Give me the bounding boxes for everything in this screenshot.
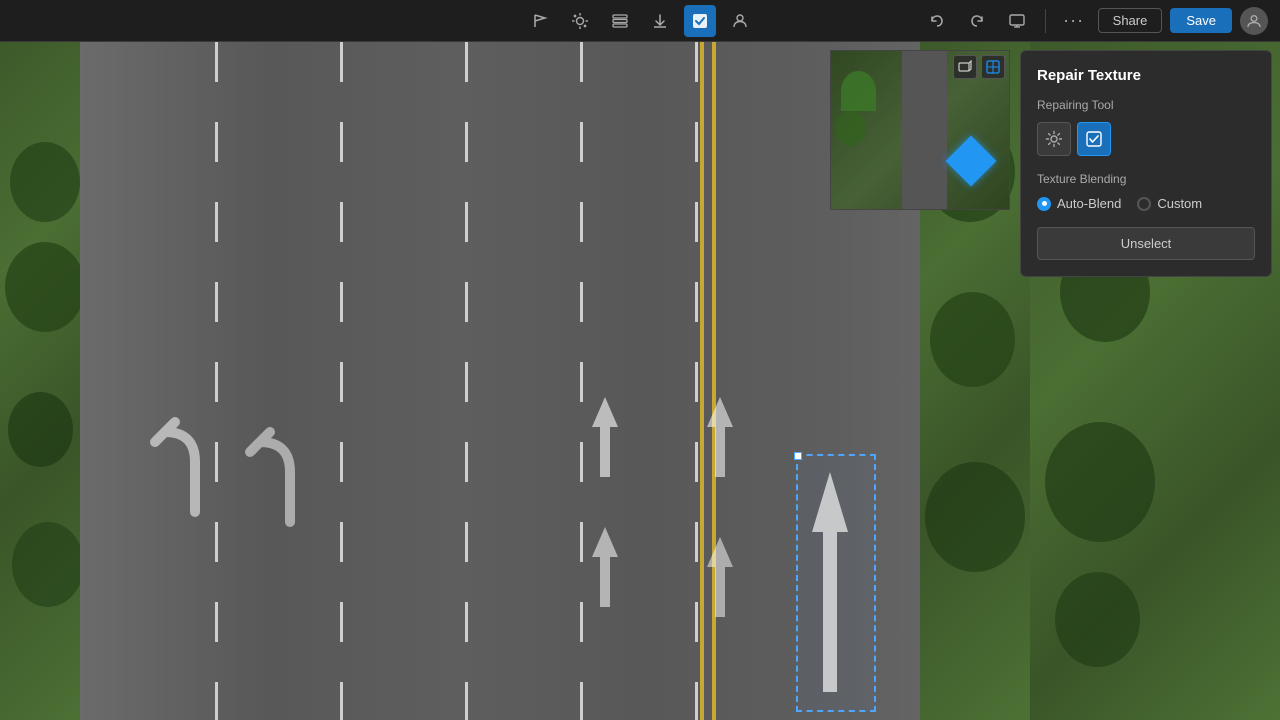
road-arrow-selected <box>800 462 860 702</box>
texture-blending-label: Texture Blending <box>1037 172 1255 186</box>
right-panel: Repair Texture Repairing Tool Texture Bl… <box>1020 50 1272 277</box>
road-arrow-1 <box>580 392 630 482</box>
main-content: Repair Texture Repairing Tool Texture Bl… <box>0 42 1280 720</box>
road-arrow-2 <box>580 522 630 612</box>
more-btn[interactable]: ··· <box>1058 5 1090 37</box>
redo-btn[interactable] <box>961 5 993 37</box>
auto-blend-label: Auto-Blend <box>1057 196 1121 211</box>
more-icon: ··· <box>1063 10 1084 31</box>
road-arrow-left-1 <box>145 412 225 522</box>
panel-title: Repair Texture <box>1037 67 1255 84</box>
minimap-controls <box>953 55 1005 79</box>
toolbar-divider <box>1045 9 1046 33</box>
road-arrow-left-2 <box>240 422 320 532</box>
repairing-tool-icons <box>1037 122 1255 156</box>
repairing-tool-label: Repairing Tool <box>1037 98 1255 112</box>
monitor-btn[interactable] <box>1001 5 1033 37</box>
lane-line-2 <box>340 42 343 720</box>
texture-tool-btn[interactable] <box>1077 122 1111 156</box>
toolbar-center <box>524 5 756 37</box>
texture-repair-tool-btn[interactable] <box>684 5 716 37</box>
custom-option[interactable]: Custom <box>1137 196 1202 211</box>
road-arrow-4 <box>695 532 745 622</box>
custom-label: Custom <box>1157 196 1202 211</box>
toolbar-right: ··· Share Save <box>921 5 1268 37</box>
lane-line-1 <box>215 42 218 720</box>
custom-radio[interactable] <box>1137 197 1151 211</box>
lane-line-3 <box>465 42 468 720</box>
auto-blend-option[interactable]: Auto-Blend <box>1037 196 1121 211</box>
sun-tool-btn[interactable] <box>564 5 596 37</box>
toolbar: ··· Share Save <box>0 0 1280 42</box>
blending-options: Auto-Blend Custom <box>1037 196 1255 211</box>
import-tool-btn[interactable] <box>644 5 676 37</box>
share-button[interactable]: Share <box>1098 8 1163 33</box>
selection-tool-btn[interactable] <box>524 5 556 37</box>
minimap-top-btn[interactable] <box>981 55 1005 79</box>
avatar[interactable] <box>1240 7 1268 35</box>
lane-line-4 <box>580 42 583 720</box>
auto-blend-radio[interactable] <box>1037 197 1051 211</box>
undo-btn[interactable] <box>921 5 953 37</box>
selection-handle[interactable] <box>794 452 802 460</box>
unselect-button[interactable]: Unselect <box>1037 227 1255 260</box>
minimap <box>830 50 1010 210</box>
gear-tool-btn[interactable] <box>1037 122 1071 156</box>
user-tool-btn[interactable] <box>724 5 756 37</box>
layers-tool-btn[interactable] <box>604 5 636 37</box>
minimap-3d-btn[interactable] <box>953 55 977 79</box>
save-button[interactable]: Save <box>1170 8 1232 33</box>
road-arrow-3 <box>695 392 745 482</box>
